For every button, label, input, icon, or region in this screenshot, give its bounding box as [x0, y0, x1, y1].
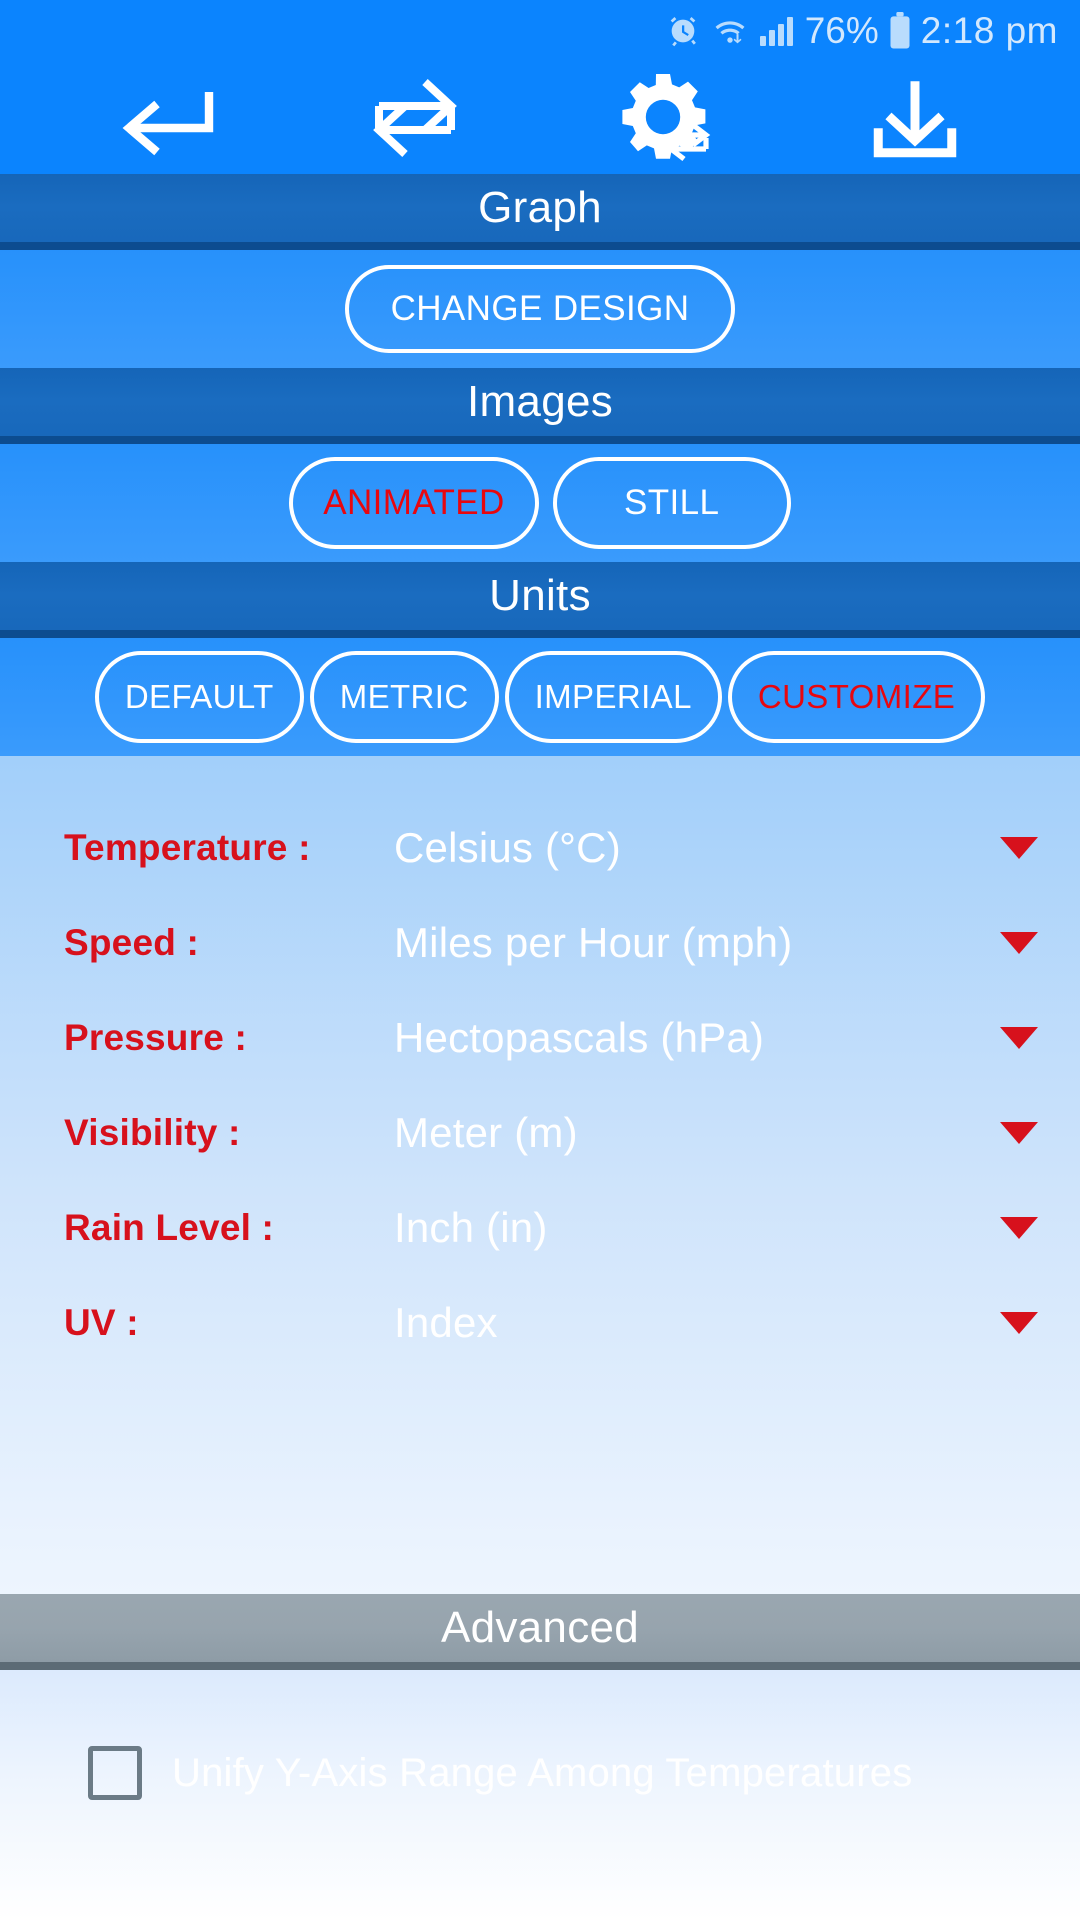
unit-value-uv: Index	[394, 1298, 498, 1346]
units-option-imperial[interactable]: IMPERIAL	[504, 651, 722, 743]
battery-icon	[889, 12, 911, 50]
wifi-icon	[710, 14, 750, 48]
unit-label-uv: UV :	[64, 1301, 139, 1343]
section-title-units: Units	[489, 571, 591, 620]
units-option-default[interactable]: DEFAULT	[94, 651, 304, 743]
unify-y-axis-checkbox[interactable]	[88, 1746, 142, 1800]
unit-row-pressure[interactable]: Pressure : Hectopascals (hPa)	[0, 990, 1080, 1085]
change-design-button[interactable]: CHANGE DESIGN	[344, 265, 736, 353]
unit-row-visibility[interactable]: Visibility : Meter (m)	[0, 1085, 1080, 1180]
swap-arrows-icon[interactable]	[350, 68, 480, 168]
status-time: 2:18 pm	[920, 10, 1058, 51]
unit-label-speed: Speed :	[64, 921, 200, 963]
unit-row-temperature[interactable]: Temperature : Celsius (°C)	[0, 800, 1080, 895]
unit-label-visibility: Visibility :	[64, 1111, 241, 1153]
unit-settings-list: Temperature : Celsius (°C) Speed : Miles…	[0, 756, 1080, 1594]
images-options-row: ANIMATED STILL	[0, 444, 1080, 562]
unit-value-speed: Miles per Hour (mph)	[394, 918, 793, 966]
images-option-animated[interactable]: ANIMATED	[289, 457, 539, 549]
unit-value-pressure: Hectopascals (hPa)	[394, 1013, 765, 1061]
chevron-down-icon-rain-level[interactable]	[994, 1216, 1044, 1239]
chevron-down-icon-temperature[interactable]	[994, 836, 1044, 859]
unify-y-axis-row[interactable]: Unify Y-Axis Range Among Temperatures	[88, 1746, 912, 1800]
unit-value-visibility: Meter (m)	[394, 1108, 578, 1156]
unit-row-uv[interactable]: UV : Index	[0, 1275, 1080, 1370]
section-header-images: Images	[0, 368, 1080, 444]
gear-sync-icon[interactable]	[600, 68, 730, 168]
app-screen: 76% 2:18 pm Graph CHANGE DESIGN Images A…	[0, 0, 1080, 1920]
advanced-section-body: Unify Y-Axis Range Among Temperatures	[0, 1670, 1080, 1920]
unit-value-temperature: Celsius (°C)	[394, 823, 621, 871]
section-header-units: Units	[0, 562, 1080, 638]
battery-percent: 76%	[804, 10, 879, 51]
section-header-advanced: Advanced	[0, 1594, 1080, 1670]
section-title-advanced: Advanced	[440, 1603, 640, 1652]
app-toolbar	[0, 62, 1080, 174]
unit-row-speed[interactable]: Speed : Miles per Hour (mph)	[0, 895, 1080, 990]
unit-label-temperature: Temperature :	[64, 826, 311, 868]
units-option-customize[interactable]: CUSTOMIZE	[727, 651, 986, 743]
download-icon[interactable]	[850, 68, 980, 168]
chevron-down-icon-speed[interactable]	[994, 931, 1044, 954]
status-bar: 76% 2:18 pm	[0, 0, 1080, 62]
chevron-down-icon-visibility[interactable]	[994, 1121, 1044, 1144]
back-arrow-icon[interactable]	[100, 68, 230, 168]
graph-options-row: CHANGE DESIGN	[0, 250, 1080, 368]
section-header-graph: Graph	[0, 174, 1080, 250]
unit-value-rain-level: Inch (in)	[394, 1203, 548, 1251]
unit-label-rain-level: Rain Level :	[64, 1206, 275, 1248]
units-options-row: DEFAULT METRIC IMPERIAL CUSTOMIZE	[0, 638, 1080, 756]
unify-y-axis-label: Unify Y-Axis Range Among Temperatures	[172, 1750, 913, 1795]
section-title-graph: Graph	[478, 183, 602, 232]
images-option-still[interactable]: STILL	[552, 457, 791, 549]
signal-bars-icon	[759, 16, 793, 46]
section-title-images: Images	[466, 377, 614, 426]
units-option-metric[interactable]: METRIC	[309, 651, 499, 743]
unit-label-pressure: Pressure :	[64, 1016, 247, 1058]
chevron-down-icon-uv[interactable]	[994, 1311, 1044, 1334]
chevron-down-icon-pressure[interactable]	[994, 1026, 1044, 1049]
unit-row-rain-level[interactable]: Rain Level : Inch (in)	[0, 1180, 1080, 1275]
alarm-clock-icon	[666, 14, 700, 48]
